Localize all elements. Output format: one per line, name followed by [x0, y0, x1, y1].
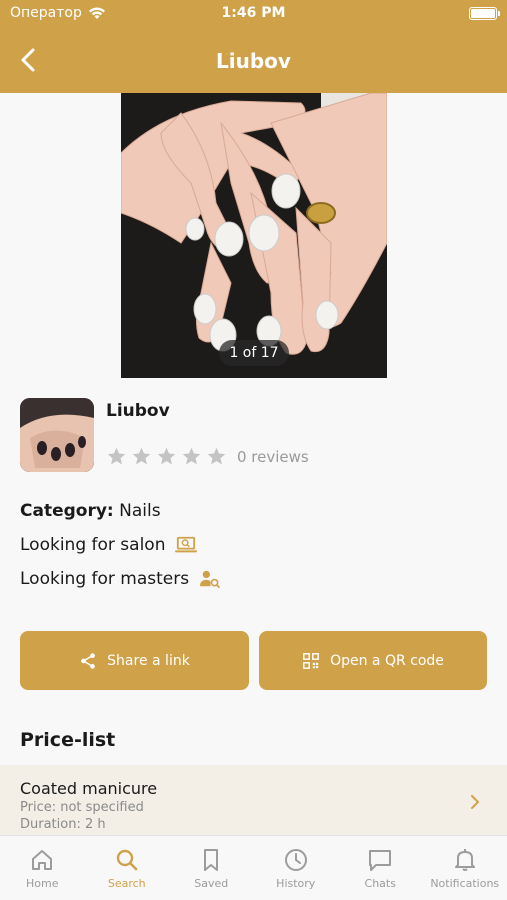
- tab-home[interactable]: Home: [0, 836, 85, 900]
- chat-icon: [369, 850, 392, 871]
- open-qr-button[interactable]: Open a QR code: [259, 631, 487, 690]
- tab-search-label: Search: [107, 877, 146, 890]
- tab-saved-label: Saved: [194, 877, 229, 890]
- price-list-title: Price-list: [20, 729, 116, 751]
- tab-notifications[interactable]: Notifications: [423, 836, 507, 900]
- star-icon: [132, 447, 151, 465]
- tab-history-label: History: [276, 877, 316, 890]
- looking-for-masters-label: Looking for masters: [20, 569, 190, 589]
- share-link-button[interactable]: Share a link: [20, 631, 249, 690]
- gallery-counter: 1 of 17: [219, 340, 289, 366]
- category-row: Category: Nails: [20, 501, 161, 521]
- tab-notifications-label: Notifications: [430, 877, 500, 890]
- price-list-item[interactable]: Coated manicure Price: not specified Dur…: [0, 765, 507, 835]
- reviews-count[interactable]: 0 reviews: [237, 448, 309, 466]
- tab-home-label: Home: [26, 877, 59, 890]
- back-icon[interactable]: [14, 45, 44, 75]
- tab-bar: Home Search Saved History Chats Notifica…: [0, 835, 507, 900]
- bell-icon: [454, 849, 475, 871]
- search-icon: [116, 849, 138, 871]
- nav-bar: Liubov: [0, 28, 507, 93]
- gallery-photo[interactable]: [121, 93, 387, 378]
- page-title: Liubov: [216, 48, 291, 73]
- master-search-icon: [200, 570, 221, 588]
- looking-for-salon-row: Looking for salon: [20, 535, 198, 555]
- tab-history[interactable]: History: [254, 836, 339, 900]
- clock-icon: [284, 849, 307, 871]
- category-label: Category:: [20, 501, 114, 521]
- share-icon: [81, 652, 96, 669]
- home-icon: [32, 850, 53, 870]
- star-icon: [207, 447, 226, 465]
- status-time: 1:46 PM: [221, 5, 286, 21]
- status-bar: Оператор 1:46 PM: [0, 0, 507, 28]
- looking-for-masters-row: Looking for masters: [20, 569, 221, 589]
- service-name: Coated manicure: [20, 779, 158, 798]
- profile-name: Liubov: [106, 401, 170, 421]
- nails-photo: [121, 93, 387, 378]
- salon-search-icon: [175, 536, 198, 553]
- avatar: [20, 398, 94, 472]
- chevron-right-icon: [471, 795, 479, 809]
- rating: 0 reviews: [106, 446, 309, 467]
- tab-chats-label: Chats: [364, 877, 396, 890]
- service-duration: Duration: 2 h: [20, 817, 106, 832]
- tab-search[interactable]: Search: [85, 836, 170, 900]
- battery-icon: [469, 7, 500, 20]
- star-icon: [182, 447, 201, 465]
- tab-saved[interactable]: Saved: [169, 836, 254, 900]
- open-qr-label: Open a QR code: [330, 652, 444, 669]
- top-bar: Оператор 1:46 PM Liubov: [0, 0, 507, 93]
- bookmark-icon: [204, 849, 219, 871]
- tab-chats[interactable]: Chats: [338, 836, 423, 900]
- service-price: Price: not specified: [20, 800, 144, 815]
- qr-code-icon: [303, 652, 319, 669]
- looking-for-salon-label: Looking for salon: [20, 535, 166, 555]
- star-icon: [157, 447, 176, 465]
- category-value: Nails: [119, 501, 161, 521]
- share-link-label: Share a link: [107, 652, 190, 669]
- star-icon: [107, 447, 126, 465]
